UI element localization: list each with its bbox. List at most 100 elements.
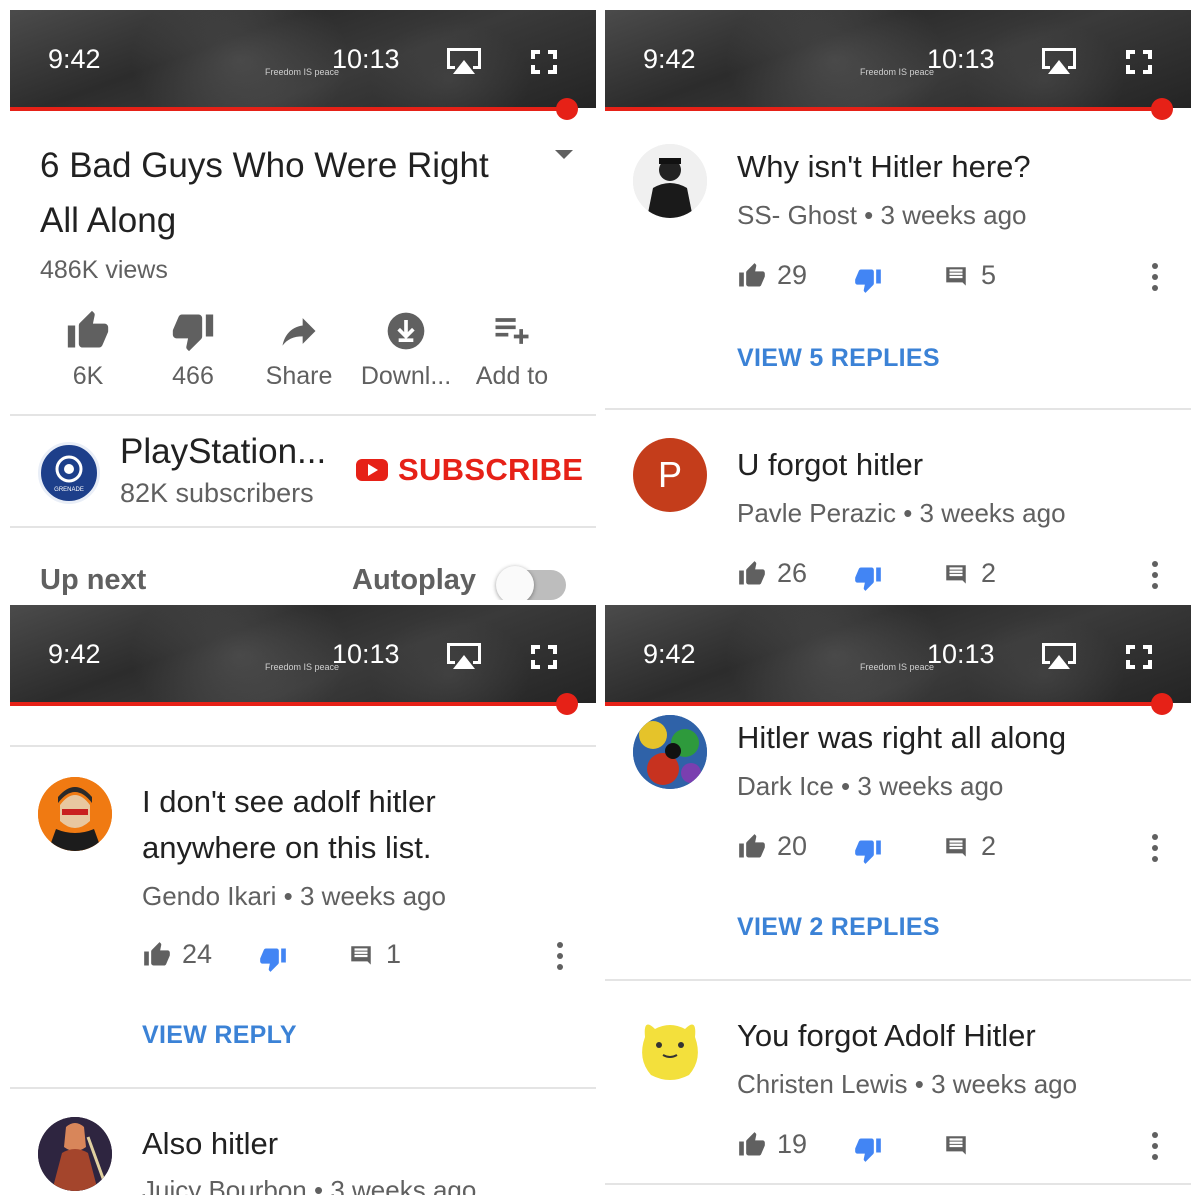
progress-scrubber[interactable] — [1150, 98, 1173, 120]
comment-author[interactable]: Gendo Ikari — [142, 881, 276, 911]
download-button[interactable]: Downl... — [351, 308, 461, 391]
elapsed-time: 9:42 — [48, 639, 101, 669]
divider — [605, 408, 1191, 410]
thumbs-down-icon[interactable] — [853, 266, 883, 294]
share-button[interactable]: Share — [244, 308, 354, 391]
more-options-icon[interactable] — [1151, 833, 1159, 863]
progress-bar[interactable] — [10, 107, 567, 111]
comment-time: 3 weeks ago — [931, 1069, 1078, 1099]
thumbs-down-icon[interactable] — [258, 945, 288, 973]
video-player[interactable]: 9:42 Freedom IS peace 10:13 — [605, 605, 1191, 703]
thumbs-up-icon[interactable] — [737, 1131, 767, 1159]
download-icon — [387, 312, 425, 350]
progress-scrubber[interactable] — [555, 98, 578, 120]
like-button[interactable]: 6K — [33, 308, 143, 391]
add-to-playlist-icon — [495, 318, 529, 344]
toggle-knob — [496, 566, 534, 600]
comment-time: 3 weeks ago — [880, 200, 1027, 230]
avatar[interactable] — [38, 777, 112, 851]
comment-text: Hitler was right all along — [737, 720, 1067, 755]
add-to-button[interactable]: Add to — [457, 308, 567, 391]
comment-author[interactable]: SS- Ghost — [737, 200, 857, 230]
comment-actions: 20 2 — [737, 831, 1177, 867]
channel-name[interactable]: PlayStation... — [120, 432, 326, 472]
comment-time: 3 weeks ago — [330, 1175, 477, 1195]
comment-text: U forgot hitler — [737, 447, 924, 482]
up-next-label: Up next — [40, 564, 147, 596]
dark-ice-avatar-image — [633, 715, 707, 789]
thumbs-up-icon[interactable] — [737, 560, 767, 588]
video-player[interactable]: 9:42 Freedom IS peace 10:13 — [10, 10, 596, 108]
airplay-icon[interactable] — [1039, 641, 1079, 671]
comment-meta: Gendo Ikari • 3 weeks ago — [142, 881, 446, 912]
reply-icon[interactable] — [943, 264, 969, 290]
channel-subscribers: 82K subscribers — [120, 478, 314, 508]
more-options-icon[interactable] — [1151, 1131, 1159, 1161]
thumbs-up-icon[interactable] — [737, 262, 767, 290]
airplay-icon[interactable] — [444, 46, 484, 76]
progress-scrubber[interactable] — [1150, 693, 1173, 715]
meta-separator: • — [914, 1069, 924, 1099]
comment-author[interactable]: Juicy Bourbon — [142, 1175, 307, 1195]
dislike-button[interactable]: 466 — [138, 308, 248, 391]
elapsed-time: 9:42 — [48, 44, 101, 74]
view-replies-link[interactable]: VIEW 2 REPLIES — [737, 913, 940, 942]
avatar[interactable] — [633, 715, 707, 789]
meta-separator: • — [841, 771, 851, 801]
thumbs-up-icon[interactable] — [737, 833, 767, 861]
fullscreen-icon[interactable] — [529, 643, 559, 671]
more-options-icon[interactable] — [1151, 262, 1159, 292]
more-options-icon[interactable] — [556, 941, 564, 971]
comment-author[interactable]: Pavle Perazic — [737, 498, 896, 528]
expand-description-icon[interactable] — [555, 150, 573, 159]
progress-bar[interactable] — [605, 107, 1162, 111]
view-replies-link[interactable]: VIEW 5 REPLIES — [737, 344, 940, 373]
reply-icon[interactable] — [943, 1133, 969, 1159]
meta-separator: • — [903, 498, 913, 528]
thumbs-down-icon[interactable] — [853, 1135, 883, 1163]
comment-meta: Dark Ice • 3 weeks ago — [737, 771, 1003, 802]
video-player[interactable]: 9:42 Freedom IS peace 10:13 — [10, 605, 596, 703]
comment-text: I don't see adolf hitler anywhere on thi… — [142, 784, 436, 865]
thumbs-up-icon — [66, 308, 110, 354]
airplay-icon[interactable] — [1039, 46, 1079, 76]
comment-meta: Pavle Perazic • 3 weeks ago — [737, 498, 1066, 529]
progress-scrubber[interactable] — [555, 693, 578, 715]
fullscreen-icon[interactable] — [1124, 643, 1154, 671]
progress-bar[interactable] — [10, 702, 567, 706]
thumbs-down-icon[interactable] — [853, 564, 883, 592]
comment-author[interactable]: Dark Ice — [737, 771, 834, 801]
view-reply-link[interactable]: VIEW REPLY — [142, 1021, 297, 1050]
subscribe-button[interactable]: SUBSCRIBE — [356, 452, 583, 488]
reply-count: 2 — [981, 558, 997, 588]
thumbs-up-icon[interactable] — [142, 941, 172, 969]
video-player[interactable]: 9:42 Freedom IS peace 10:13 — [605, 10, 1191, 108]
divider — [10, 526, 596, 528]
comment-text: Also hitler — [142, 1126, 279, 1161]
comment-actions: 19 — [737, 1129, 1177, 1165]
comment-author[interactable]: Christen Lewis — [737, 1069, 908, 1099]
subscribe-label: SUBSCRIBE — [398, 452, 584, 487]
reply-icon[interactable] — [943, 562, 969, 588]
video-title: 6 Bad Guys Who Were Right All Along — [40, 146, 489, 240]
avatar[interactable] — [38, 1117, 112, 1191]
reply-icon[interactable] — [943, 835, 969, 861]
avatar[interactable]: P — [633, 438, 707, 512]
more-options-icon[interactable] — [1151, 560, 1159, 590]
share-label: Share — [265, 362, 333, 390]
fullscreen-icon[interactable] — [529, 48, 559, 76]
airplay-icon[interactable] — [444, 641, 484, 671]
channel-avatar[interactable]: GRENADE — [38, 442, 100, 504]
progress-bar[interactable] — [605, 702, 1162, 706]
fullscreen-icon[interactable] — [1124, 48, 1154, 76]
avatar[interactable] — [633, 1011, 707, 1085]
reply-icon[interactable] — [348, 943, 374, 969]
comment-text: Why isn't Hitler here? — [737, 149, 1031, 184]
autoplay-toggle[interactable] — [496, 566, 566, 600]
elapsed-time: 9:42 — [643, 44, 696, 74]
reply-count: 2 — [981, 831, 997, 861]
channel-avatar-text: GRENADE — [54, 487, 84, 493]
comment-time: 3 weeks ago — [919, 498, 1066, 528]
avatar[interactable] — [633, 144, 707, 218]
thumbs-down-icon[interactable] — [853, 837, 883, 865]
